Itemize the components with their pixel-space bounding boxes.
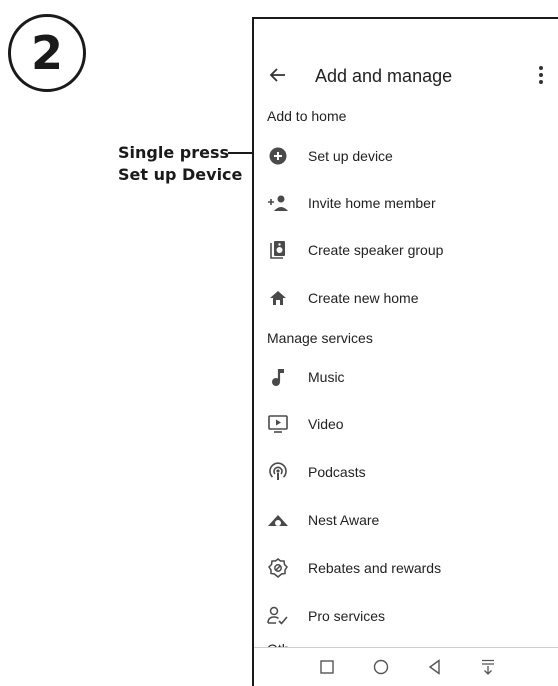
- callout-line2: Set up Device: [118, 165, 243, 184]
- menu-item-label: Rebates and rewards: [308, 560, 442, 576]
- menu-item-label: Podcasts: [308, 464, 366, 480]
- music-note-icon: [272, 369, 284, 386]
- menu-item-label: Invite home member: [308, 195, 436, 211]
- menu-item-label: Set up device: [308, 148, 393, 164]
- menu-item-pro-services[interactable]: Pro services: [254, 598, 558, 634]
- menu-item-create-new-home[interactable]: Create new home: [254, 280, 558, 316]
- menu-item-invite-home-member[interactable]: Invite home member: [254, 185, 558, 221]
- rebate-icon: [268, 558, 288, 578]
- menu-item-create-speaker-group[interactable]: Create speaker group: [254, 232, 558, 268]
- podcast-icon: [269, 462, 287, 480]
- notification-pull-icon[interactable]: [479, 658, 497, 676]
- menu-item-label: Create new home: [308, 290, 419, 306]
- pro-services-icon: [267, 606, 288, 625]
- video-icon: [268, 415, 288, 433]
- person-add-icon: [268, 195, 288, 211]
- plus-circle-icon: [269, 147, 287, 165]
- menu-item-label: Pro services: [308, 608, 386, 624]
- home-nav-icon[interactable]: [372, 658, 390, 676]
- menu-item-set-up-device[interactable]: Set up device: [254, 138, 558, 174]
- callout-annotation: Single press Set up Device: [118, 142, 242, 186]
- menu-item-label: Music: [308, 369, 345, 385]
- speaker-icon: [270, 241, 285, 259]
- nest-aware-icon: [268, 515, 288, 526]
- back-nav-icon[interactable]: [426, 658, 444, 676]
- menu-item-label: Video: [308, 416, 344, 432]
- app-bar: Add and manage: [254, 59, 558, 95]
- more-vert-icon[interactable]: [538, 65, 544, 85]
- menu-item-music[interactable]: Music: [254, 359, 558, 395]
- page-title: Add and manage: [315, 66, 453, 86]
- section-manage-services: Manage services: [267, 330, 373, 346]
- menu-item-podcasts[interactable]: Podcasts: [254, 454, 558, 490]
- step-number: 2: [30, 26, 63, 80]
- system-nav-bar: [254, 647, 558, 686]
- menu-item-nest-aware[interactable]: Nest Aware: [254, 502, 558, 538]
- step-number-badge: 2: [8, 14, 86, 92]
- back-arrow-icon[interactable]: [268, 65, 288, 85]
- home-icon: [270, 291, 286, 305]
- section-add-to-home: Add to home: [267, 108, 347, 124]
- phone-screen: Add and manage Add to home Set up device…: [252, 17, 558, 686]
- menu-item-rebates-and-rewards[interactable]: Rebates and rewards: [254, 550, 558, 586]
- menu-item-label: Nest Aware: [308, 512, 380, 528]
- menu-item-label: Create speaker group: [308, 242, 444, 258]
- menu-item-video[interactable]: Video: [254, 406, 558, 442]
- recent-apps-icon[interactable]: [318, 658, 336, 676]
- callout-line1: Single press: [118, 143, 229, 162]
